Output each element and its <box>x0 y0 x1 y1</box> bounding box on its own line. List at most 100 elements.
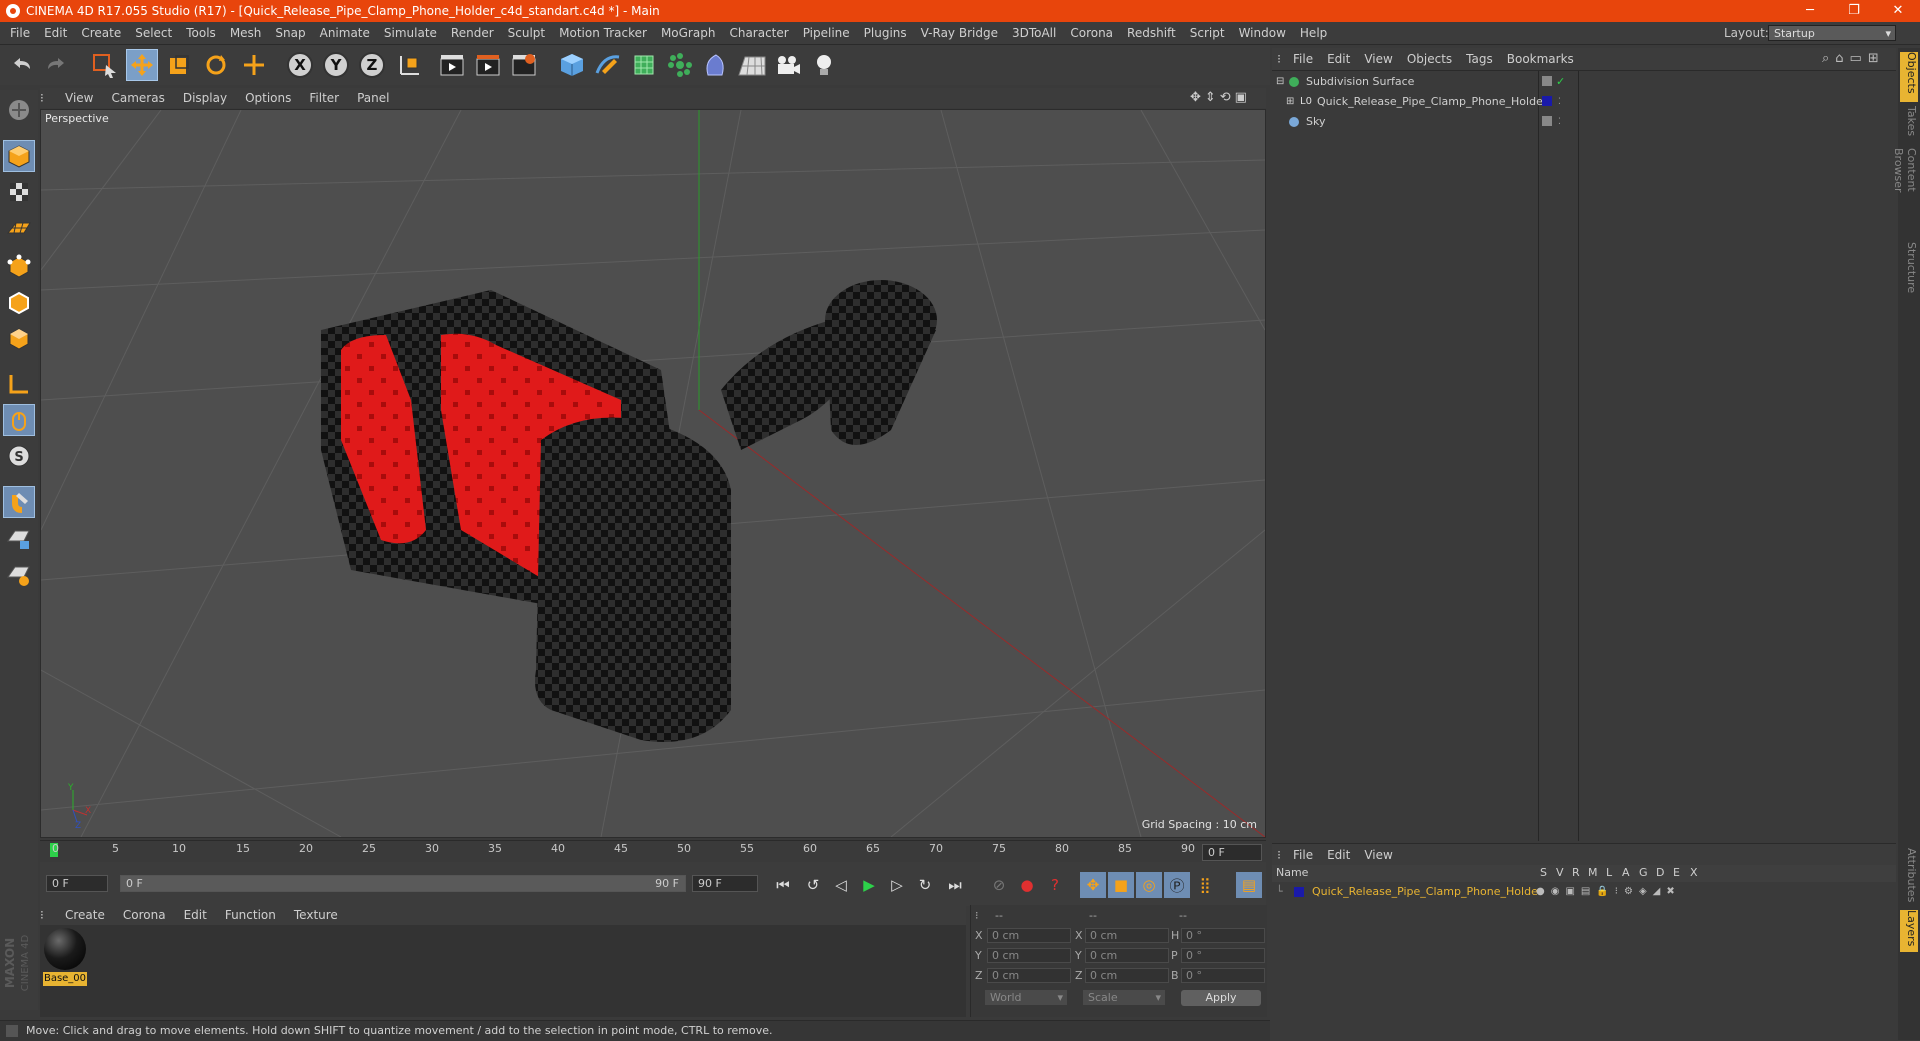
menu-motion-tracker[interactable]: Motion Tracker <box>552 22 654 44</box>
lm-menu-file[interactable]: File <box>1286 844 1320 866</box>
subdivision-icon[interactable] <box>628 49 660 81</box>
menu-simulate[interactable]: Simulate <box>377 22 444 44</box>
menu-animate[interactable]: Animate <box>313 22 377 44</box>
panel-grip-icon[interactable]: ⁝ <box>1272 52 1286 66</box>
tab-takes[interactable]: Takes <box>1900 106 1918 146</box>
tree-row[interactable]: Sky ⁚ <box>1272 112 1896 132</box>
rot-h-field[interactable]: 0 ° <box>1181 928 1265 943</box>
panel-grip-icon[interactable]: ⁝ <box>40 91 56 105</box>
last-tool-icon[interactable] <box>238 49 270 81</box>
material-menu-texture[interactable]: Texture <box>285 905 347 925</box>
menu-select[interactable]: Select <box>128 22 179 44</box>
layer-row[interactable]: └ Quick_Release_Pipe_Clamp_Phone_Holder … <box>1272 882 1896 902</box>
array-icon[interactable] <box>664 49 696 81</box>
visibility-dots-icon[interactable]: ⁚ <box>1558 112 1561 132</box>
viewport-navigation-icons[interactable]: ✥⇕⟲▣ <box>1190 90 1260 106</box>
play-icon[interactable]: ▶ <box>856 872 882 898</box>
timeline-window-icon[interactable]: ▤ <box>1236 872 1262 898</box>
viewport-menu-view[interactable]: View <box>56 88 102 108</box>
menu-file[interactable]: File <box>3 22 37 44</box>
goto-start-icon[interactable]: ⏮ <box>770 872 796 898</box>
menu-snap[interactable]: Snap <box>268 22 312 44</box>
expand-icon[interactable]: ⊞ <box>1286 92 1294 112</box>
om-menu-file[interactable]: File <box>1286 48 1320 70</box>
menu-tools[interactable]: Tools <box>179 22 223 44</box>
x-axis-icon[interactable]: X <box>284 49 316 81</box>
tab-attributes[interactable]: Attributes <box>1900 848 1918 908</box>
previous-frame-icon[interactable]: ◁ <box>828 872 854 898</box>
move-icon[interactable] <box>126 49 158 81</box>
material-menu-function[interactable]: Function <box>216 905 285 925</box>
tab-layers[interactable]: Layers <box>1900 910 1918 952</box>
tab-objects[interactable]: Objects <box>1900 52 1918 102</box>
pos-y-field[interactable]: 0 cm <box>987 948 1071 963</box>
menu-help[interactable]: Help <box>1293 22 1334 44</box>
pos-z-field[interactable]: 0 cm <box>987 968 1071 983</box>
tab-content-browser[interactable]: Content Browser <box>1892 148 1918 238</box>
menu-character[interactable]: Character <box>722 22 795 44</box>
om-toolbar-icons[interactable]: ⌕⌂▭⊞ <box>1822 51 1892 66</box>
axis-mode-icon[interactable] <box>3 368 35 400</box>
camera-icon[interactable] <box>772 49 804 81</box>
scale-icon[interactable] <box>163 49 195 81</box>
material-menu-corona[interactable]: Corona <box>114 905 175 925</box>
redo-icon[interactable] <box>40 49 72 81</box>
floor-icon[interactable] <box>736 49 768 81</box>
coordinate-system-icon[interactable] <box>394 49 426 81</box>
menu-render[interactable]: Render <box>444 22 501 44</box>
menu-edit[interactable]: Edit <box>37 22 74 44</box>
deformer-icon[interactable] <box>700 49 732 81</box>
coordinate-space-dropdown[interactable]: World ▾ <box>985 990 1067 1005</box>
visibility-dots-icon[interactable]: ⁚ <box>1558 92 1561 112</box>
previous-key-icon[interactable]: ↺ <box>800 872 826 898</box>
layer-color-swatch[interactable] <box>1294 887 1304 897</box>
locked-workplane-icon[interactable] <box>3 522 35 554</box>
viewport-menu-display[interactable]: Display <box>174 88 236 108</box>
timeline-ruler[interactable]: 0 5 10 15 20 25 30 35 40 45 50 55 60 65 … <box>40 840 1266 863</box>
menu-script[interactable]: Script <box>1183 22 1232 44</box>
rot-b-field[interactable]: 0 ° <box>1181 968 1265 983</box>
om-menu-view[interactable]: View <box>1357 48 1399 70</box>
tab-structure[interactable]: Structure <box>1900 242 1918 297</box>
minimize-button[interactable]: ─ <box>1788 0 1832 22</box>
menu-redshift[interactable]: Redshift <box>1120 22 1183 44</box>
viewport-menu-cameras[interactable]: Cameras <box>102 88 173 108</box>
frame-range-slider[interactable]: 0 F 90 F <box>120 875 686 892</box>
current-frame-field[interactable]: 0 F <box>1202 844 1262 861</box>
next-frame-icon[interactable]: ▷ <box>884 872 910 898</box>
workplane-icon[interactable] <box>3 212 35 244</box>
solo-icon[interactable]: S <box>3 440 35 472</box>
om-menu-bookmarks[interactable]: Bookmarks <box>1500 48 1581 70</box>
menu-plugins[interactable]: Plugins <box>857 22 914 44</box>
lm-menu-edit[interactable]: Edit <box>1320 844 1357 866</box>
points-mode-icon[interactable] <box>3 250 35 282</box>
menu-mesh[interactable]: Mesh <box>223 22 269 44</box>
apply-button[interactable]: Apply <box>1181 990 1261 1006</box>
tree-row[interactable]: ⊟ Subdivision Surface ✓ <box>1272 72 1896 92</box>
tree-row[interactable]: ⊞ L0 Quick_Release_Pipe_Clamp_Phone_Hold… <box>1272 92 1896 112</box>
size-z-field[interactable]: 0 cm <box>1085 968 1169 983</box>
menu-vray-bridge[interactable]: V-Ray Bridge <box>914 22 1005 44</box>
key-position-icon[interactable]: ✥ <box>1080 872 1106 898</box>
viewport-menu-filter[interactable]: Filter <box>300 88 348 108</box>
collapse-icon[interactable]: ⊟ <box>1276 72 1284 92</box>
record-keys-icon[interactable]: ⊘ <box>986 872 1012 898</box>
y-axis-icon[interactable]: Y <box>320 49 352 81</box>
start-frame-field[interactable]: 0 F <box>46 875 108 892</box>
tweak-mode-icon[interactable] <box>3 404 35 436</box>
polygons-mode-icon[interactable] <box>3 322 35 354</box>
key-scale-icon[interactable]: ■ <box>1108 872 1134 898</box>
render-settings-icon[interactable] <box>508 49 540 81</box>
3d-viewport[interactable]: Y X Z Perspective Grid Spacing : 10 cm <box>40 109 1266 838</box>
menu-sculpt[interactable]: Sculpt <box>501 22 552 44</box>
z-axis-icon[interactable]: Z <box>356 49 388 81</box>
om-menu-objects[interactable]: Objects <box>1400 48 1459 70</box>
end-frame-field[interactable]: 90 F <box>692 875 758 892</box>
cube-object-icon[interactable] <box>556 49 588 81</box>
planar-workplane-icon[interactable] <box>3 558 35 590</box>
panel-grip-icon[interactable]: ⁝ <box>1272 848 1286 862</box>
edges-mode-icon[interactable] <box>3 286 35 318</box>
live-selection-icon[interactable] <box>88 49 120 81</box>
menu-create[interactable]: Create <box>74 22 128 44</box>
next-key-icon[interactable]: ↻ <box>912 872 938 898</box>
